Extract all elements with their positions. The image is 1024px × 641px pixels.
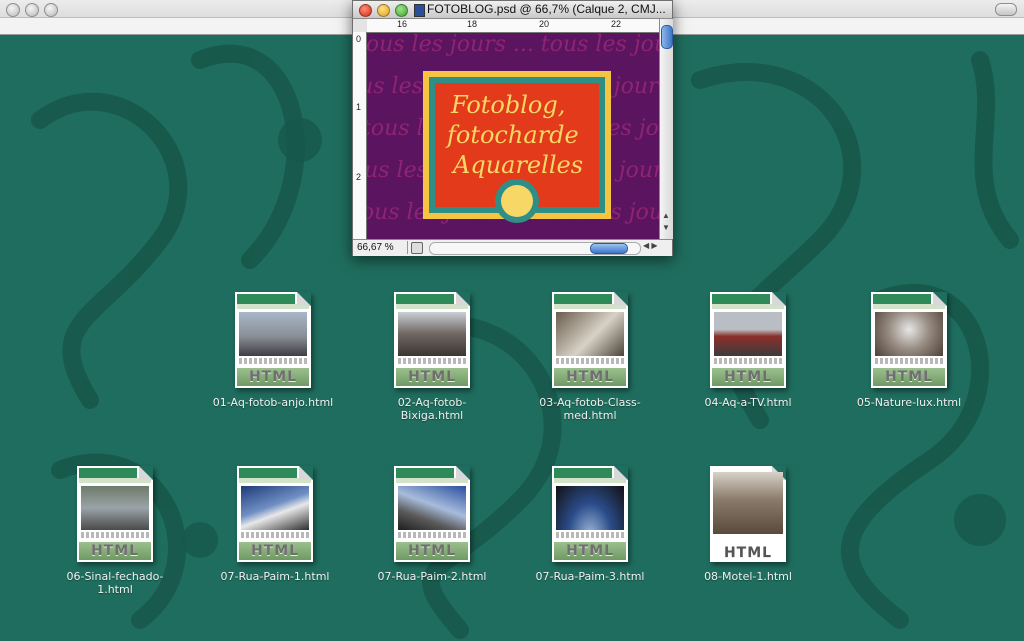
html-file-thumbnail: HTML bbox=[552, 292, 628, 388]
zoom-button[interactable] bbox=[44, 3, 58, 17]
html-badge: HTML bbox=[712, 544, 784, 562]
file-name[interactable]: 04-Aq-a-TV.html bbox=[683, 396, 813, 409]
minimize-button[interactable] bbox=[377, 4, 390, 17]
file-icon[interactable]: HTML 08-Motel-1.html bbox=[683, 466, 813, 583]
html-file-thumbnail: HTML bbox=[871, 292, 947, 388]
html-badge: HTML bbox=[239, 542, 311, 560]
ruler-label: 22 bbox=[611, 19, 622, 29]
file-icon[interactable]: HTML 07-Rua-Paim-3.html bbox=[525, 466, 655, 583]
ruler-origin[interactable] bbox=[353, 19, 368, 33]
logo-text-line: Aquarelles bbox=[451, 151, 583, 179]
zoom-button[interactable] bbox=[395, 4, 408, 17]
file-icon[interactable]: HTML 05-Nature-lux.html bbox=[844, 292, 974, 409]
html-file-thumbnail: HTML bbox=[237, 466, 313, 562]
html-badge: HTML bbox=[237, 368, 309, 386]
document-status-bar: 66,67 % ◀ ▶ bbox=[353, 239, 672, 256]
html-file-thumbnail: HTML bbox=[394, 466, 470, 562]
file-name[interactable]: 05-Nature-lux.html bbox=[844, 396, 974, 409]
document-title: FOTOBLOG.psd @ 66,7% (Calque 2, CMJ... bbox=[427, 2, 666, 16]
file-icon[interactable]: HTML 04-Aq-a-TV.html bbox=[683, 292, 813, 409]
file-icon[interactable]: HTML 01-Aq-fotob-anjo.html bbox=[208, 292, 338, 409]
document-titlebar[interactable]: FOTOBLOG.psd @ 66,7% (Calque 2, CMJ... bbox=[353, 1, 672, 19]
scroll-down-arrow-icon[interactable]: ▼ bbox=[662, 223, 670, 232]
photoshop-document-window[interactable]: FOTOBLOG.psd @ 66,7% (Calque 2, CMJ... 1… bbox=[352, 0, 673, 256]
file-name[interactable]: 07-Rua-Paim-1.html bbox=[210, 570, 340, 583]
file-name[interactable]: 07-Rua-Paim-3.html bbox=[525, 570, 655, 583]
horizontal-scroll-thumb[interactable] bbox=[590, 243, 628, 254]
scroll-up-arrow-icon[interactable]: ▲ bbox=[662, 211, 670, 220]
status-info-icon[interactable] bbox=[411, 242, 423, 254]
file-icon[interactable]: HTML 06-Sinal-fechado-1.html bbox=[50, 466, 180, 596]
close-button[interactable] bbox=[6, 3, 20, 17]
vertical-scrollbar[interactable]: ▲ ▼ bbox=[659, 19, 673, 239]
file-name[interactable]: 06-Sinal-fechado-1.html bbox=[50, 570, 180, 596]
close-button[interactable] bbox=[359, 4, 372, 17]
ruler-label: 16 bbox=[397, 19, 408, 29]
vertical-ruler[interactable]: 0 1 2 bbox=[353, 32, 367, 239]
file-name[interactable]: 02-Aq-fotob-Bixiga.html bbox=[367, 396, 497, 422]
psd-document-icon bbox=[414, 4, 425, 17]
html-file-thumbnail: HTML bbox=[77, 466, 153, 562]
minimize-button[interactable] bbox=[25, 3, 39, 17]
horizontal-ruler[interactable]: 16 18 20 22 bbox=[367, 19, 659, 33]
ruler-label: 20 bbox=[539, 19, 550, 29]
html-badge: HTML bbox=[79, 542, 151, 560]
logo-text-line: fotocharde bbox=[445, 121, 579, 149]
html-file-thumbnail: HTML bbox=[710, 292, 786, 388]
logo-text-line: Fotoblog, bbox=[450, 91, 565, 119]
html-file-thumbnail: HTML bbox=[394, 292, 470, 388]
file-name[interactable]: 08-Motel-1.html bbox=[683, 570, 813, 583]
ruler-label: 0 bbox=[356, 34, 362, 44]
html-badge: HTML bbox=[873, 368, 945, 386]
scroll-left-right-arrows-icon[interactable]: ◀ ▶ bbox=[643, 241, 658, 250]
file-icon[interactable]: HTML 02-Aq-fotob-Bixiga.html bbox=[367, 292, 497, 422]
html-file-thumbnail: HTML bbox=[235, 292, 311, 388]
ruler-label: 1 bbox=[356, 102, 362, 112]
ruler-label: 2 bbox=[356, 172, 362, 182]
html-file-thumbnail: HTML bbox=[552, 466, 628, 562]
vertical-scroll-thumb[interactable] bbox=[661, 25, 673, 49]
zoom-level-field[interactable]: 66,67 % bbox=[357, 241, 408, 254]
file-name[interactable]: 01-Aq-fotob-anjo.html bbox=[208, 396, 338, 409]
html-badge: HTML bbox=[712, 368, 784, 386]
canvas-background-text: tous les jours ... tous les jours ... bbox=[367, 33, 659, 57]
html-badge: HTML bbox=[554, 368, 626, 386]
horizontal-scrollbar[interactable] bbox=[429, 242, 641, 255]
canvas-artwork: tous les jours ... tous les jours ... to… bbox=[367, 33, 659, 239]
html-file-thumbnail: HTML bbox=[710, 466, 786, 562]
document-canvas[interactable]: tous les jours ... tous les jours ... to… bbox=[367, 33, 659, 239]
file-icon[interactable]: HTML 03-Aq-fotob-Class-med.html bbox=[525, 292, 655, 422]
file-icon[interactable]: HTML 07-Rua-Paim-2.html bbox=[367, 466, 497, 583]
toolbar-toggle-button[interactable] bbox=[995, 3, 1017, 16]
ruler-label: 18 bbox=[467, 19, 478, 29]
html-badge: HTML bbox=[554, 542, 626, 560]
html-badge: HTML bbox=[396, 368, 468, 386]
html-badge: HTML bbox=[396, 542, 468, 560]
file-icon[interactable]: HTML 07-Rua-Paim-1.html bbox=[210, 466, 340, 583]
file-name[interactable]: 03-Aq-fotob-Class-med.html bbox=[525, 396, 655, 422]
file-name[interactable]: 07-Rua-Paim-2.html bbox=[367, 570, 497, 583]
